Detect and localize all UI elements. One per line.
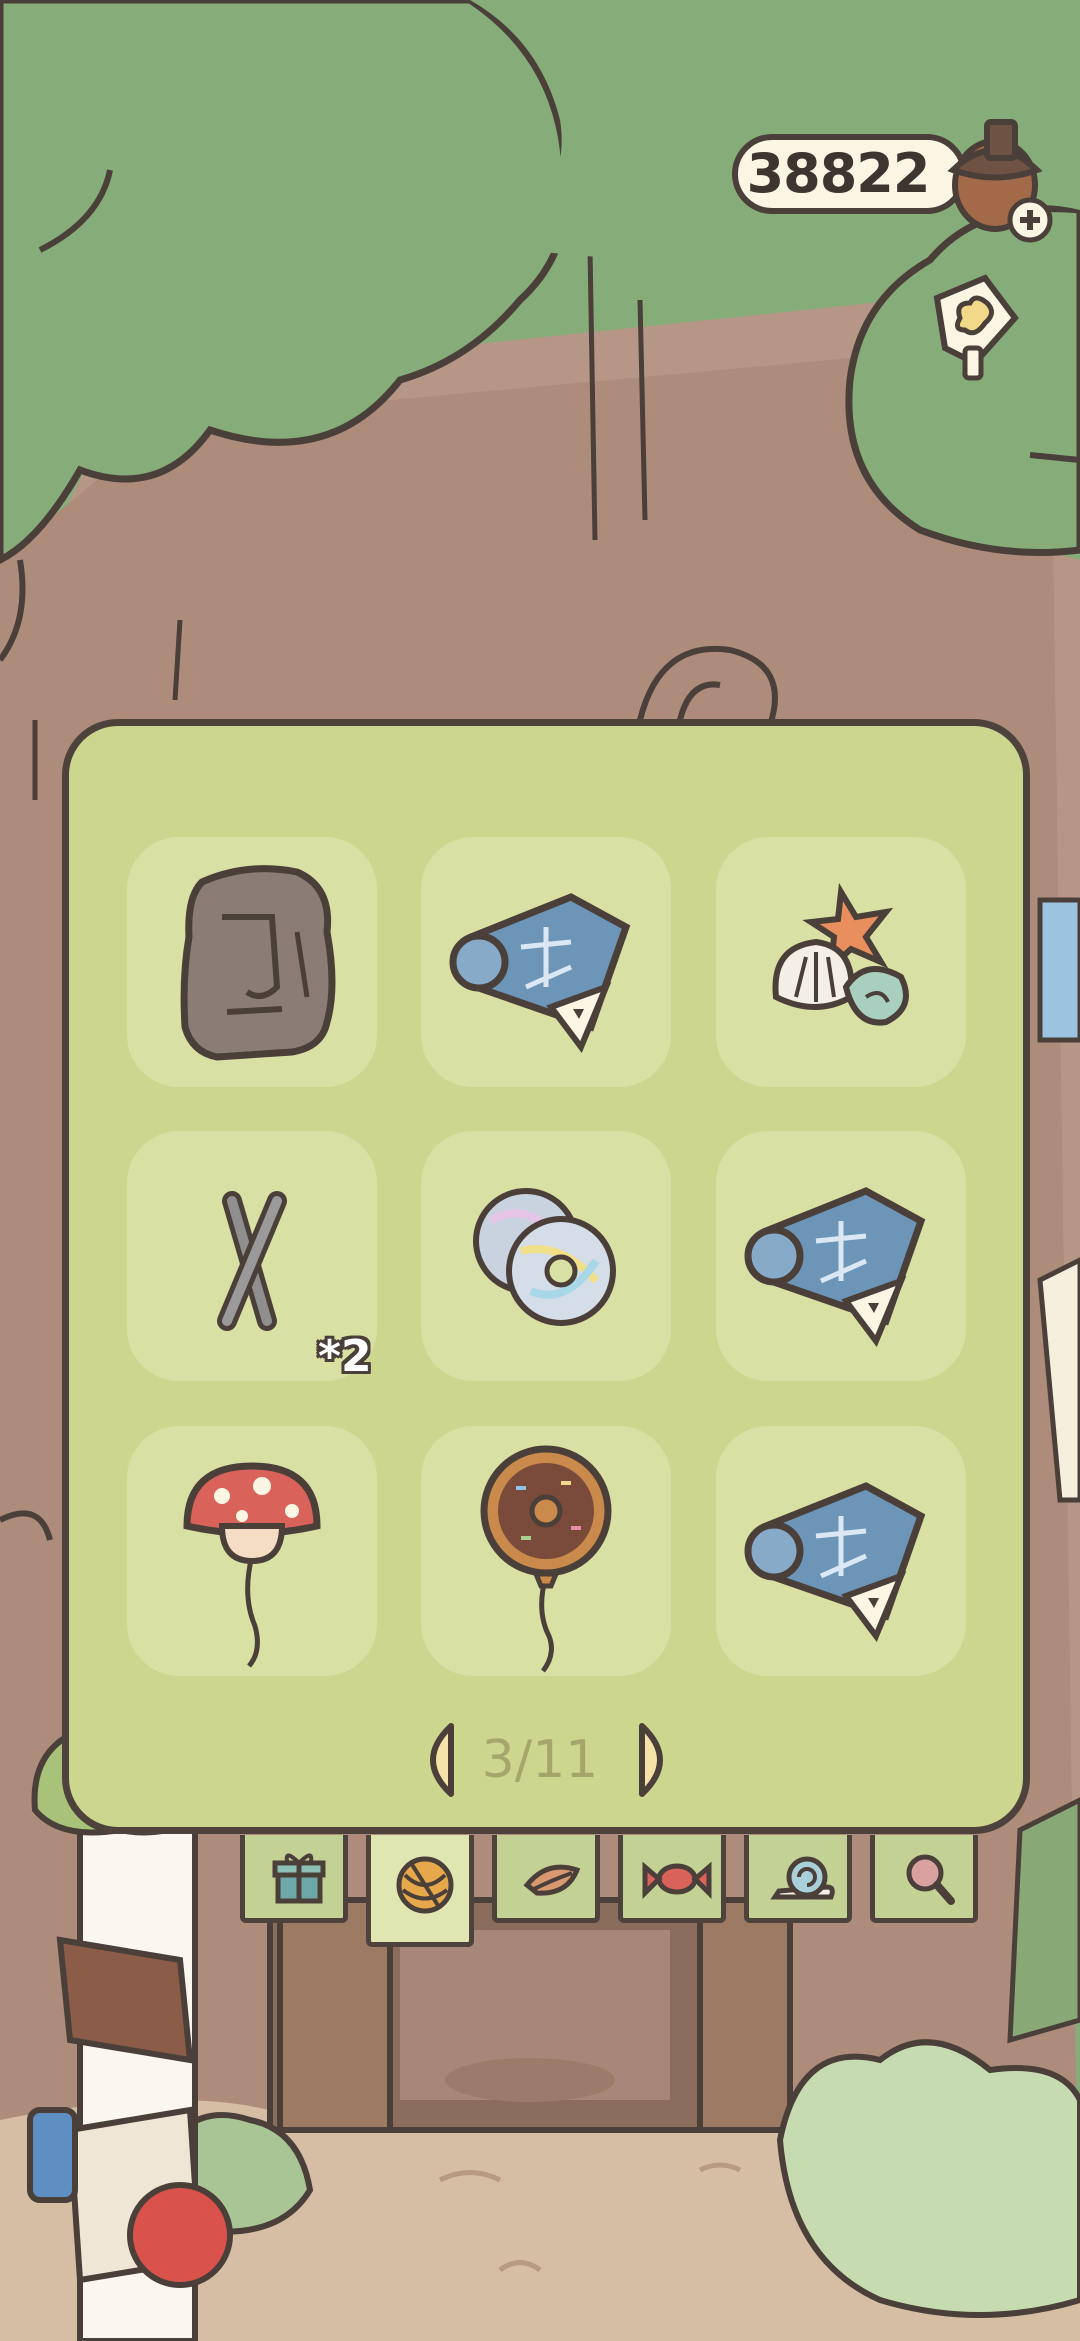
donut-balloon-icon bbox=[480, 1445, 612, 1673]
snail-icon bbox=[770, 1856, 835, 1900]
item-quantity: *2 bbox=[318, 1331, 372, 1382]
tab-candy[interactable] bbox=[618, 1835, 726, 1923]
leaf-icon bbox=[523, 1864, 581, 1896]
blueprint-scroll-icon bbox=[449, 893, 631, 1053]
mushroom-balloon-icon bbox=[183, 1462, 321, 1668]
item-slot-seashells[interactable] bbox=[716, 837, 966, 1087]
blueprint-scroll-icon bbox=[744, 1482, 926, 1642]
tab-gifts[interactable] bbox=[240, 1835, 348, 1923]
tab-leaf[interactable] bbox=[492, 1835, 600, 1923]
item-slot-moai-statue[interactable] bbox=[127, 837, 377, 1087]
clover-sticker-icon[interactable] bbox=[925, 268, 1025, 388]
magnifier-icon bbox=[906, 1854, 955, 1905]
acorn-plus-icon[interactable] bbox=[935, 110, 1065, 250]
gift-icon bbox=[272, 1853, 326, 1904]
cd-discs-icon bbox=[473, 1188, 616, 1326]
seashells-icon bbox=[772, 882, 909, 1026]
tab-search[interactable] bbox=[870, 1835, 978, 1923]
item-slot-cd-discs[interactable] bbox=[421, 1131, 671, 1381]
tab-yarn[interactable] bbox=[366, 1835, 474, 1947]
yarn-icon bbox=[396, 1856, 454, 1914]
item-slot-donut-balloon[interactable] bbox=[421, 1426, 671, 1676]
candy-icon bbox=[642, 1861, 712, 1900]
item-slot-mushroom-balloon[interactable] bbox=[127, 1426, 377, 1676]
item-slot-blueprint-3[interactable] bbox=[716, 1426, 966, 1676]
page-indicator: 3/11 bbox=[481, 1730, 599, 1790]
tab-snail[interactable] bbox=[744, 1835, 852, 1923]
item-slot-blueprint-1[interactable] bbox=[421, 837, 671, 1087]
next-page-button[interactable] bbox=[638, 1722, 682, 1798]
previous-page-button[interactable] bbox=[411, 1722, 455, 1798]
blueprint-scroll-icon bbox=[744, 1187, 926, 1347]
moai-statue-icon bbox=[180, 865, 336, 1061]
acorn-counter[interactable]: 38822 bbox=[732, 134, 967, 214]
item-slot-blueprint-2[interactable] bbox=[716, 1131, 966, 1381]
acorn-count: 38822 bbox=[746, 142, 931, 205]
